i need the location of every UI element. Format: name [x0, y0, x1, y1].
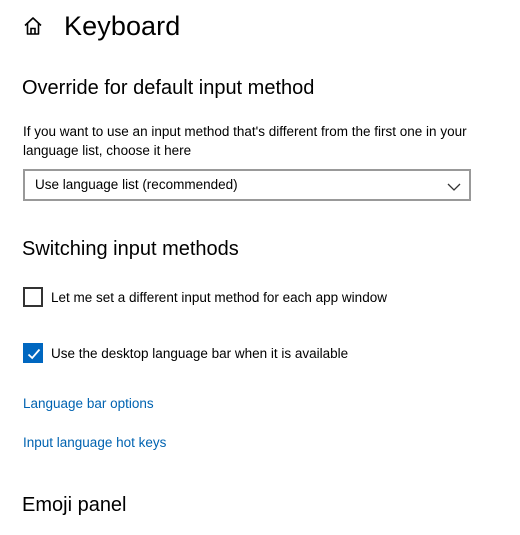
desktop-language-bar-option[interactable]: Use the desktop language bar when it is … [23, 343, 348, 363]
override-section-title: Override for default input method [22, 77, 315, 99]
language-bar-options-link[interactable]: Language bar options [23, 396, 154, 411]
override-description: If you want to use an input method that'… [23, 124, 467, 158]
input-language-hot-keys-link[interactable]: Input language hot keys [23, 435, 166, 450]
page-header: Keyboard [22, 8, 180, 44]
dropdown-selected-value: Use language list (recommended) [35, 177, 238, 192]
page-title: Keyboard [64, 10, 181, 41]
checkmark-icon [27, 348, 41, 360]
per-app-input-method-option[interactable]: Let me set a different input method for … [23, 287, 387, 307]
home-icon[interactable] [22, 15, 44, 37]
per-app-input-method-checkbox[interactable] [23, 287, 43, 307]
emoji-panel-section-title: Emoji panel [22, 494, 127, 516]
switching-section-title: Switching input methods [22, 238, 239, 260]
input-method-dropdown[interactable]: Use language list (recommended) [23, 169, 471, 201]
chevron-down-icon [447, 179, 461, 191]
per-app-input-method-label: Let me set a different input method for … [51, 289, 387, 305]
desktop-language-bar-checkbox[interactable] [23, 343, 43, 363]
desktop-language-bar-label: Use the desktop language bar when it is … [51, 345, 349, 361]
